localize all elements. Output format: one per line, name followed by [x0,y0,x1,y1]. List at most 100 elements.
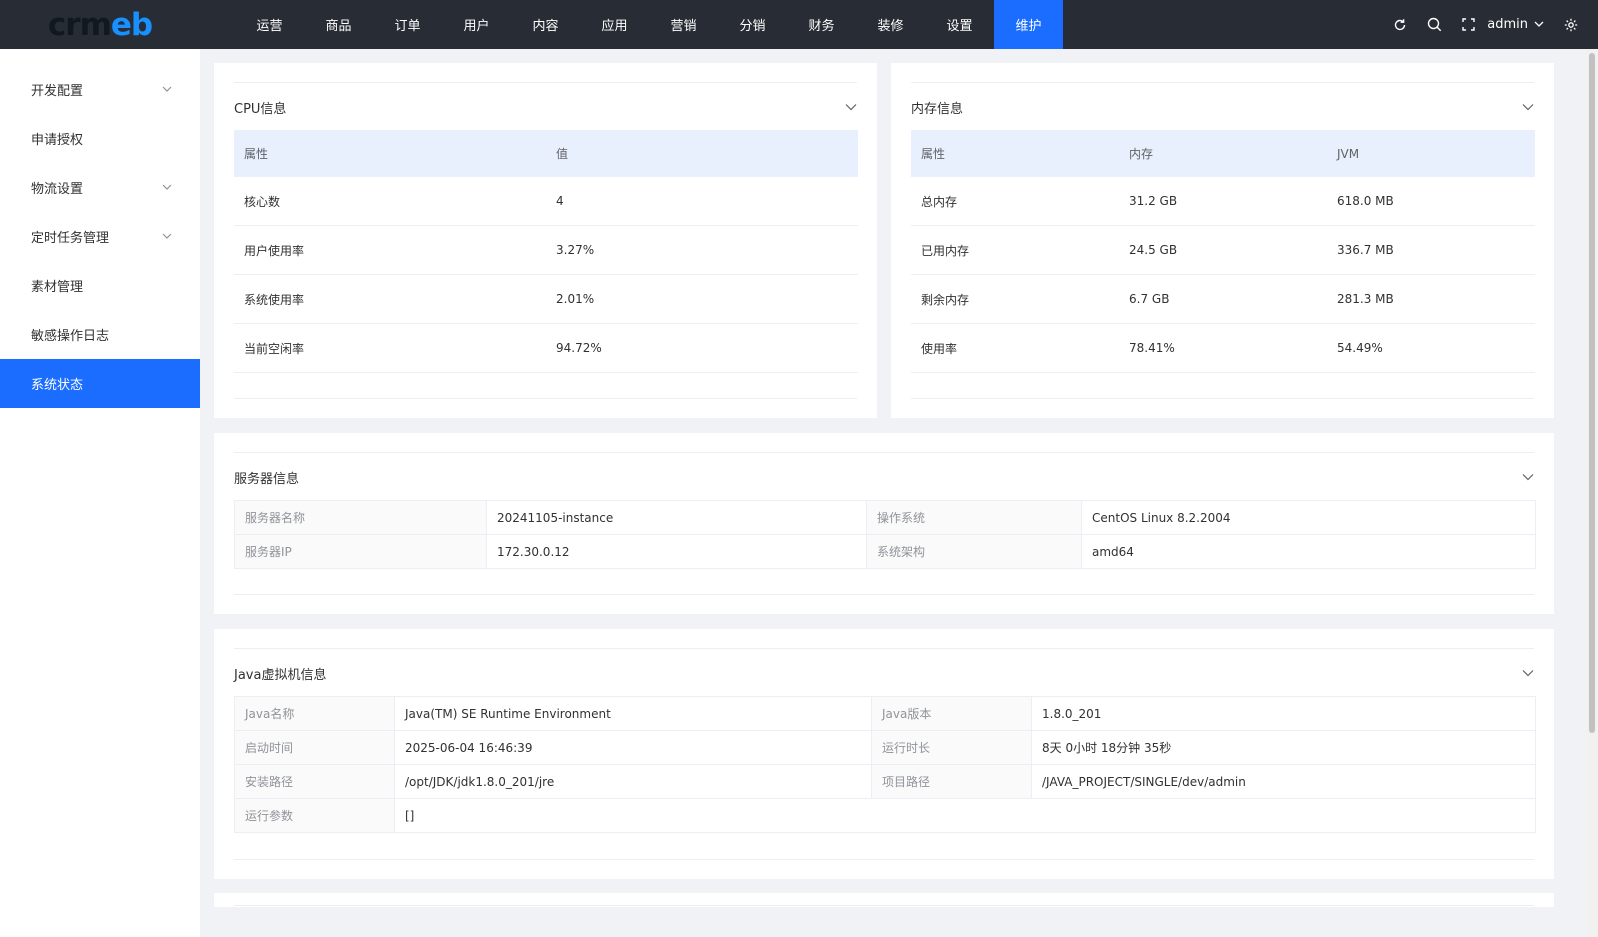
description-row: 安装路径/opt/JDK/jdk1.8.0_201/jre 项目路径/JAVA_P… [234,764,1536,799]
topnav-item[interactable]: 商品 [304,0,373,49]
description-value: amd64 [1081,534,1536,569]
sidebar-item[interactable]: 开发配置 [0,65,200,114]
brand-logo[interactable]: crm eb [0,0,200,49]
logo-text-eb: eb [110,6,153,43]
memory-card-title: 内存信息 [911,101,964,117]
topnav-item[interactable]: 装修 [856,0,925,49]
description-label: 系统架构 [866,534,1082,569]
cpu-card-title: CPU信息 [234,101,287,117]
cpu-card-header[interactable]: CPU信息 [234,82,857,131]
table-cell: 系统使用率 [234,274,546,324]
column-header: 属性 [911,130,1119,177]
server-descriptions: 服务器名称 20241105-instance 操作系统 CentOS Linux 8… [234,500,1536,569]
table-cell: 用户使用率 [234,225,546,275]
topnav-item[interactable]: 应用 [580,0,649,49]
table-cell: 剩余内存 [911,274,1119,324]
chevron-down-icon [162,184,172,190]
topnav-item[interactable]: 用户 [442,0,511,49]
table-cell: 使用率 [911,323,1119,373]
divider [234,398,857,399]
sidebar-item[interactable]: 系统状态 [0,359,200,408]
user-menu[interactable]: admin [1487,17,1544,32]
description-label: Java版本 [871,696,1032,731]
sidebar-item-label: 开发配置 [31,84,84,99]
sidebar-item[interactable]: 素材管理 [0,261,200,310]
topnav-item[interactable]: 运营 [235,0,304,49]
column-header: 内存 [1119,130,1327,177]
table-row: 总内存 31.2 GB 618.0 MB [911,177,1535,226]
collapse-chevron-icon[interactable] [845,103,857,111]
description-value: 8天 0小时 18分钟 35秒 [1031,730,1536,765]
scrollbar-thumb[interactable] [1589,53,1595,733]
description-value: 20241105-instance [486,500,867,535]
chevron-down-icon [1534,21,1544,27]
collapse-chevron-icon[interactable] [1522,473,1534,481]
column-header: JVM [1327,130,1535,177]
description-value: /JAVA_PROJECT/SINGLE/dev/admin [1031,764,1536,799]
table-cell: 当前空闲率 [234,323,546,373]
divider [911,398,1534,399]
description-row: 启动时间 2025-06-04 16:46:39 运行时长 8天 0小时 18分钟 3… [234,730,1536,765]
description-value: CentOS Linux 8.2.2004 [1081,500,1536,535]
table-row: 系统使用率 2.01% [234,274,858,324]
sidebar-item[interactable]: 敏感操作日志 [0,310,200,359]
top-bar: crm eb 运营 商品 订单 用户 内容 应用 营销 分销 财务 装修 设置 维护 admin [0,0,1598,49]
jvm-info-card: Java虚拟机信息 Java名称 Java(TM) SE Runtime Envi… [214,629,1554,879]
search-icon[interactable] [1417,17,1451,32]
memory-card-header[interactable]: 内存信息 [911,82,1534,131]
sidebar-item-label: 敏感操作日志 [31,329,110,344]
table-cell: 总内存 [911,177,1119,226]
logo-text-crm: crm [47,6,112,43]
description-label: 服务器名称 [234,500,487,535]
collapse-chevron-icon[interactable] [1522,103,1534,111]
collapse-chevron-icon[interactable] [1522,669,1534,677]
table-cell: 2.01% [546,274,858,324]
topnav-item[interactable]: 维护 [994,0,1063,49]
jvm-card-title: Java虚拟机信息 [234,667,327,683]
server-card-title: 服务器信息 [234,471,300,487]
description-row: 运行参数[] [234,798,1536,833]
top-right-toolbar: admin [1383,0,1588,49]
description-label: 操作系统 [866,500,1082,535]
jvm-card-header[interactable]: Java虚拟机信息 [234,648,1534,697]
sidebar-item-label: 定时任务管理 [31,231,110,246]
table-cell: 核心数 [234,177,546,226]
topnav-item[interactable]: 内容 [511,0,580,49]
sidebar-item-label: 系统状态 [31,378,84,393]
description-label: 项目路径 [871,764,1032,799]
server-card-header[interactable]: 服务器信息 [234,452,1534,501]
description-label: 运行时长 [871,730,1032,765]
table-row: 剩余内存 6.7 GB 281.3 MB [911,274,1535,324]
chevron-down-icon [162,86,172,92]
fullscreen-icon[interactable] [1451,18,1485,31]
page-scrollbar[interactable] [1586,49,1598,937]
sidebar-item[interactable]: 申请授权 [0,114,200,163]
description-label: 运行参数 [234,798,395,833]
description-label: 服务器IP [234,534,487,569]
divider [234,594,1534,595]
description-value: [] [394,798,1536,833]
topnav-item[interactable]: 分销 [718,0,787,49]
topnav-item[interactable]: 订单 [373,0,442,49]
topnav-item[interactable]: 营销 [649,0,718,49]
table-cell: 31.2 GB [1119,177,1327,226]
topnav-item[interactable]: 设置 [925,0,994,49]
topnav-item[interactable]: 财务 [787,0,856,49]
table-row: 当前空闲率 94.72% [234,323,858,373]
table-row: 使用率 78.41% 54.49% [911,323,1535,373]
sidebar-item-label: 物流设置 [31,182,84,197]
cpu-info-card: CPU信息 属性值 核心数 4 用户使用率 3.27% 系统使用率 2.01% 当前空闲率 9… [214,63,877,418]
next-card-edge [214,893,1554,907]
sidebar-item[interactable]: 定时任务管理 [0,212,200,261]
refresh-icon[interactable] [1383,18,1417,32]
sidebar-item[interactable]: 物流设置 [0,163,200,212]
table-cell: 24.5 GB [1119,225,1327,275]
description-row: 服务器名称 20241105-instance 操作系统 CentOS Linux 8… [234,500,1536,535]
description-value: 172.30.0.12 [486,534,867,569]
table-cell: 281.3 MB [1327,274,1535,324]
table-row: 用户使用率 3.27% [234,225,858,275]
table-row: 核心数 4 [234,177,858,226]
description-label: 启动时间 [234,730,395,765]
settings-gear-icon[interactable] [1554,18,1588,32]
table-cell: 78.41% [1119,323,1327,373]
